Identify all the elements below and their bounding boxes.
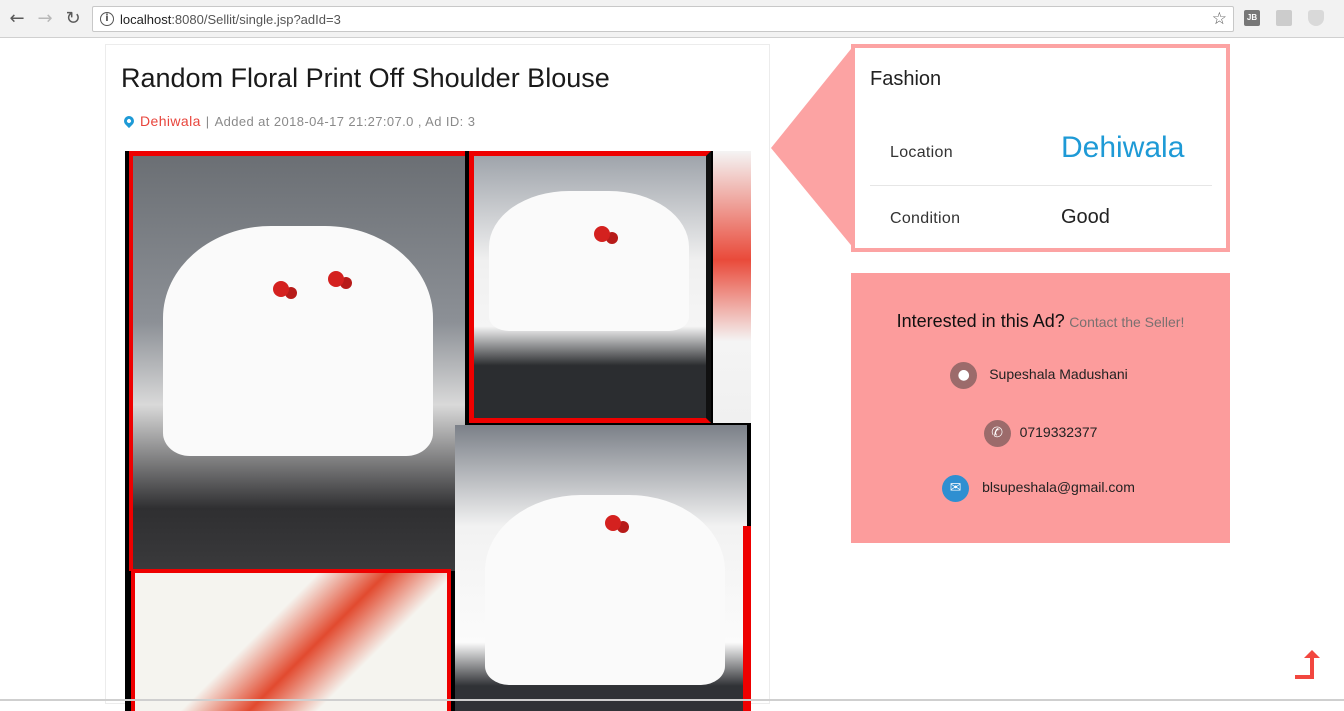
url-host: localhost <box>120 12 172 27</box>
category-arrow <box>771 44 855 250</box>
location-value: Dehiwala <box>1061 131 1185 164</box>
ad-id: 3 <box>467 114 476 129</box>
meta-separator: | <box>205 114 210 129</box>
url-path: :8080/Sellit/single.jsp?adId=3 <box>171 12 341 27</box>
condition-label: Condition <box>890 210 961 227</box>
user-icon: ● <box>950 362 978 389</box>
added-label: Added at <box>214 114 270 129</box>
image-panel-bottom-right <box>455 425 747 711</box>
contact-box: Interested in this Ad? Contact the Selle… <box>851 273 1230 543</box>
contact-heading: Interested in this Ad? Contact the Selle… <box>851 311 1230 332</box>
info-icon[interactable]: i <box>100 12 114 26</box>
seller-email[interactable]: blsupeshala@gmail.com <box>982 479 1135 495</box>
image-panel-flower-edge <box>713 151 751 423</box>
location-label: Location <box>890 144 953 161</box>
phone-icon: ✆ <box>983 420 1011 447</box>
ad-id-label: Ad ID: <box>425 114 464 129</box>
ad-title: Random Floral Print Off Shoulder Blouse <box>121 63 610 93</box>
image-panel-top-right <box>469 151 711 423</box>
details-row-condition: Condition Good <box>870 186 1212 252</box>
reload-icon[interactable]: ↻ <box>62 8 84 30</box>
url-text[interactable]: localhost:8080/Sellit/single.jsp?adId=3 <box>120 12 341 27</box>
pdf-extension-icon[interactable] <box>1276 10 1292 26</box>
seller-phone-row: ✆ 0719332377 <box>851 420 1230 447</box>
ad-meta: Dehiwala | Added at 2018-04-17 21:27:07.0 … <box>121 113 476 129</box>
ad-card: Random Floral Print Off Shoulder Blouse … <box>105 44 770 711</box>
shield-extension-icon[interactable] <box>1308 10 1324 26</box>
seller-phone[interactable]: 0719332377 <box>1020 424 1098 440</box>
scroll-top-icon[interactable] <box>1292 649 1320 679</box>
image-panel-main <box>129 151 465 571</box>
star-icon[interactable]: ☆ <box>1212 9 1227 29</box>
forward-icon[interactable]: → <box>34 8 56 30</box>
ad-image[interactable] <box>125 151 751 711</box>
address-bar[interactable]: i localhost:8080/Sellit/single.jsp?adId=… <box>92 6 1234 32</box>
details-row-location: Location Dehiwala <box>870 120 1212 186</box>
browser-toolbar: ← → ↻ i localhost:8080/Sellit/single.jsp… <box>0 0 1344 38</box>
details-box: Fashion Location Dehiwala Condition Good <box>851 44 1230 252</box>
pin-icon <box>121 113 137 129</box>
meta-comma: , <box>417 114 422 129</box>
image-panel-poppy <box>131 569 451 711</box>
image-red-strip <box>743 526 751 711</box>
mail-icon: ✉ <box>942 475 970 502</box>
seller-name: Supeshala Madushani <box>989 366 1128 383</box>
added-date: 2018-04-17 21:27:07.0 <box>273 114 414 129</box>
jetbrains-extension-icon[interactable]: JB <box>1244 10 1260 26</box>
ad-location-link[interactable]: Dehiwala <box>140 113 201 129</box>
seller-name-row: ● Supeshala Madushani <box>851 362 1230 389</box>
category-title: Fashion <box>870 68 942 90</box>
contact-question: Interested in this Ad? <box>896 311 1065 331</box>
back-icon[interactable]: ← <box>6 8 28 30</box>
condition-value: Good <box>1061 206 1110 228</box>
contact-seller-link[interactable]: Contact the Seller! <box>1069 314 1184 330</box>
seller-email-row: ✉ blsupeshala@gmail.com <box>851 475 1230 502</box>
